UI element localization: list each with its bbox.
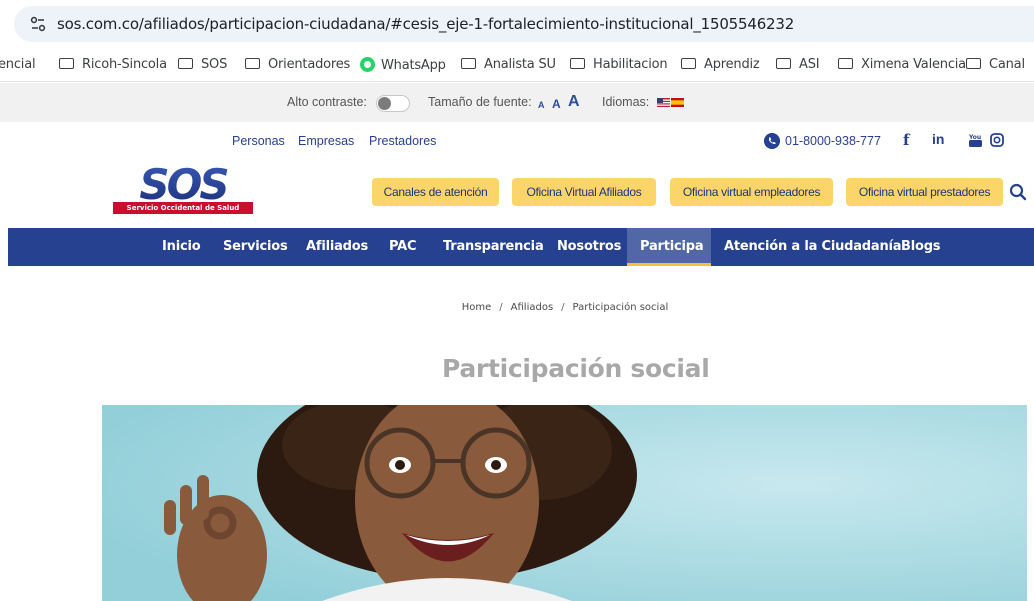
site-settings-icon[interactable] [28,14,48,34]
facebook-icon[interactable]: f [903,131,909,149]
breadcrumb-current: Participación social [572,302,669,313]
logo-wordmark: SOS [139,165,230,203]
nav-item-nosotros[interactable]: Nosotros [557,228,621,266]
svg-text:SOS: SOS [139,165,227,203]
url-text[interactable]: sos.com.co/afiliados/participacion-ciuda… [57,15,794,33]
bookmark-ricoh-sincola[interactable]: Ricoh-Sincola [59,57,167,72]
link-personas[interactable]: Personas [232,134,285,148]
bookmark-orientadores[interactable]: Orientadores [245,57,350,72]
folder-icon [681,58,696,69]
font-size-large[interactable]: A [568,93,580,111]
hero-photo [102,405,1027,601]
folder-icon [59,58,74,69]
bookmark-aprendiz[interactable]: Aprendiz [681,57,760,72]
folder-icon [966,58,981,69]
font-size-small[interactable]: A [538,100,545,110]
contrast-toggle[interactable] [376,95,410,112]
bookmark-analista-su[interactable]: Analista SU [461,57,556,72]
link-empresas[interactable]: Empresas [298,134,354,148]
channels-button[interactable]: Canales de atención [372,178,499,206]
bookmark-asi[interactable]: ASI [776,57,820,72]
link-prestadores[interactable]: Prestadores [369,134,436,148]
page-title: Participación social [442,354,710,383]
folder-icon [178,58,193,69]
spanish-flag-icon[interactable] [671,98,684,107]
folder-icon [245,58,260,69]
bookmarks-bar: encial Ricoh-Sincola SOS Orientadores Wh… [0,48,1034,82]
folder-icon [461,58,476,69]
phone-number[interactable]: 01-8000-938-777 [785,134,881,148]
providers-portal-button[interactable]: Oficina virtual prestadores [846,178,1003,206]
logo-tagline: Servicio Occidental de Salud [113,202,253,214]
bookmark-sos[interactable]: SOS [178,57,227,72]
youtube-icon[interactable]: You [968,132,983,148]
nav-item-blogs[interactable]: Blogs [901,228,941,266]
nav-item-transparencia[interactable]: Transparencia [443,228,544,266]
nav-item-participa[interactable]: Participa [640,228,704,266]
breadcrumb: Home / Afiliados / Participación social [461,302,669,313]
english-flag-icon[interactable] [657,98,670,107]
bookmark-whatsapp[interactable]: WhatsApp [360,57,446,73]
nav-item-atencion-ciudadania[interactable]: Atención a la Ciudadanía [724,228,902,266]
affiliates-portal-button[interactable]: Oficina Virtual Afiliados [512,178,656,206]
folder-icon [570,58,585,69]
breadcrumb-afiliados[interactable]: Afiliados [511,302,554,313]
svg-text:You: You [968,134,981,141]
whatsapp-icon [360,57,375,72]
nav-item-inicio[interactable]: Inicio [162,228,201,266]
nav-item-pac[interactable]: PAC [389,228,417,266]
sos-logo[interactable]: SOS Servicio Occidental de Salud [113,165,253,217]
bookmark-ximena-valencia[interactable]: Ximena Valencia [838,57,966,72]
bookmark-canal[interactable]: Canal [966,57,1025,72]
search-icon[interactable] [1009,183,1027,201]
bookmark-habilitacion[interactable]: Habilitacion [570,57,668,72]
accessibility-bar: Alto contraste: Tamaño de fuente: A A A … [0,83,1034,122]
employers-portal-button[interactable]: Oficina virtual empleadores [670,178,833,206]
contrast-label: Alto contraste: [287,95,367,109]
breadcrumb-home[interactable]: Home [462,302,492,313]
bookmark-partial[interactable]: encial [0,57,36,72]
linkedin-icon[interactable]: in [932,131,944,147]
font-size-label: Tamaño de fuente: [428,95,532,109]
phone-icon [764,133,780,149]
hero-banner [102,405,1027,601]
font-size-medium[interactable]: A [552,97,561,111]
folder-icon [838,58,853,69]
instagram-icon[interactable] [990,133,1004,147]
nav-item-servicios[interactable]: Servicios [223,228,288,266]
folder-icon [776,58,791,69]
nav-item-afiliados[interactable]: Afiliados [306,228,368,266]
languages-label: Idiomas: [602,95,650,109]
address-bar[interactable]: sos.com.co/afiliados/participacion-ciuda… [0,0,1034,48]
